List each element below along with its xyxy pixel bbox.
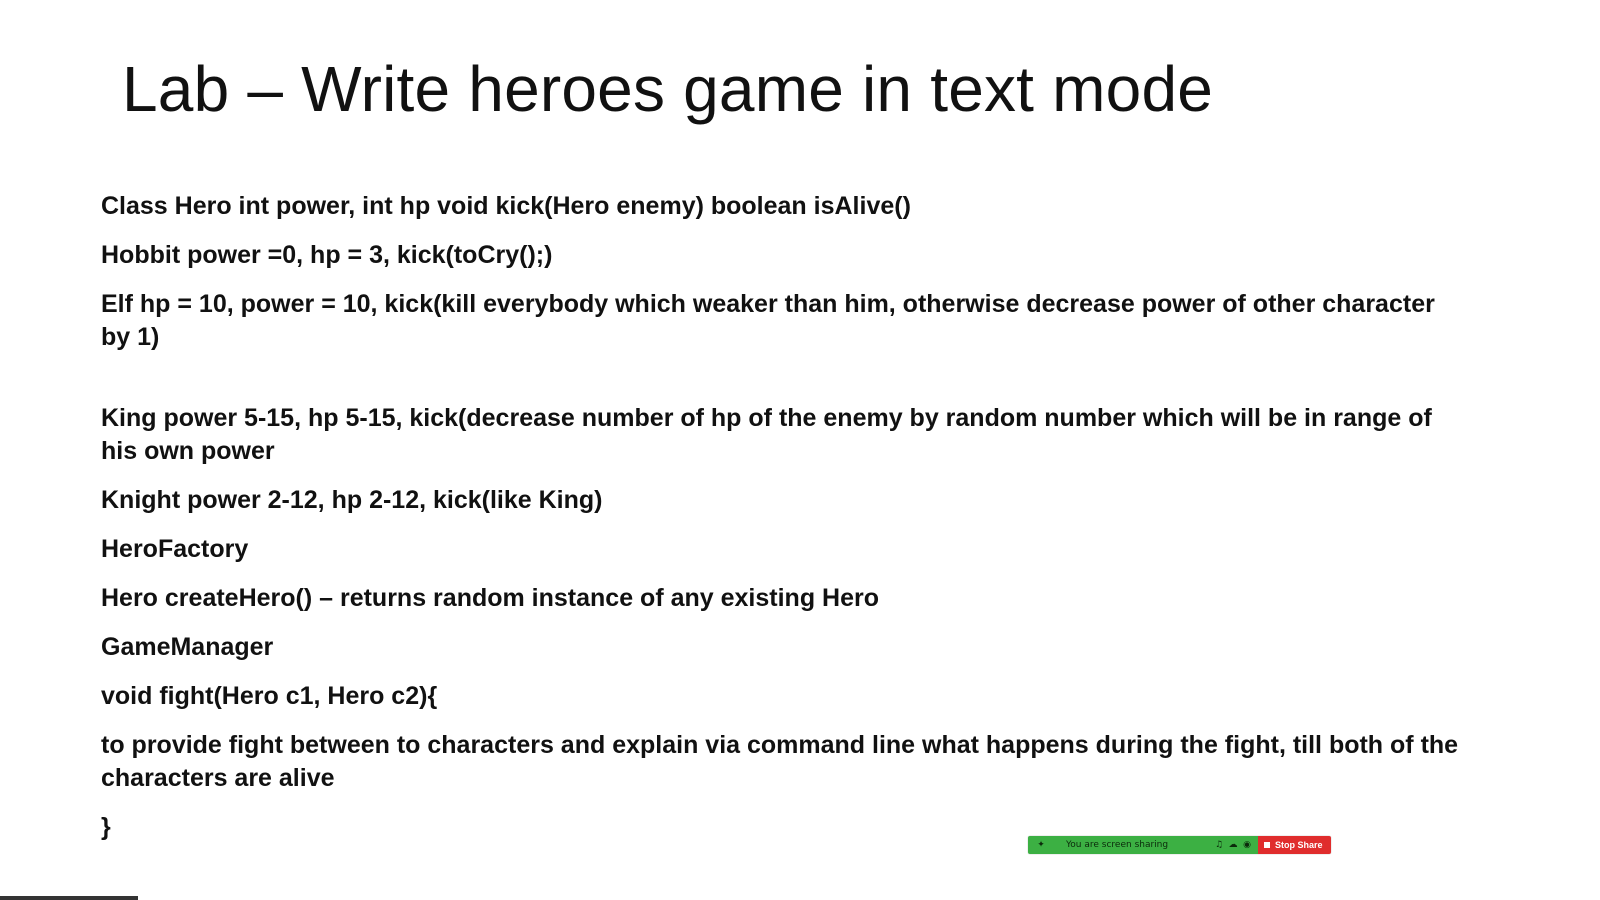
body-line-hero-class: Class Hero int power, int hp void kick(H… — [101, 192, 911, 220]
screen-sharing-bar[interactable]: ✦ You are screen sharing ♫ ☁ ◉ Stop Shar… — [1028, 836, 1331, 854]
bottom-edge-tab — [0, 896, 138, 900]
shield-icon[interactable]: ◉ — [1242, 840, 1252, 850]
body-line-king: King power 5-15, hp 5-15, kick(decrease … — [101, 404, 1432, 465]
body-line-gamemanager: GameManager — [101, 633, 274, 661]
sharing-status-area[interactable]: ✦ You are screen sharing ♫ ☁ ◉ — [1028, 836, 1258, 854]
sharing-status-label: You are screen sharing — [1066, 840, 1169, 850]
body-line-fight-description: to provide fight between to characters a… — [101, 731, 1459, 792]
body-line-fight-signature: void fight(Hero c1, Hero c2){ — [101, 682, 438, 710]
stop-share-label: Stop Share — [1275, 840, 1323, 850]
stop-square-icon — [1264, 842, 1270, 848]
body-line-hobbit: Hobbit power =0, hp = 3, kick(toCry();) — [101, 241, 553, 269]
sharing-controls: ♫ ☁ ◉ — [1214, 840, 1252, 850]
microphone-icon[interactable]: ♫ — [1214, 840, 1224, 850]
stop-share-button[interactable]: Stop Share — [1258, 836, 1331, 854]
body-line-elf: Elf hp = 10, power = 10, kick(kill every… — [101, 290, 1435, 351]
body-line-knight: Knight power 2-12, hp 2-12, kick(like Ki… — [101, 486, 603, 514]
cloud-icon[interactable]: ☁ — [1228, 840, 1238, 850]
body-line-create-hero: Hero createHero() – returns random insta… — [101, 584, 879, 612]
slide-body: Class Hero int power, int hp void kick(H… — [101, 190, 1461, 860]
presentation-slide: Lab – Write heroes game in text mode Cla… — [0, 0, 1600, 900]
pin-icon[interactable]: ✦ — [1034, 840, 1048, 850]
body-line-herofactory: HeroFactory — [101, 535, 249, 563]
slide-title: Lab – Write heroes game in text mode — [122, 53, 1214, 125]
